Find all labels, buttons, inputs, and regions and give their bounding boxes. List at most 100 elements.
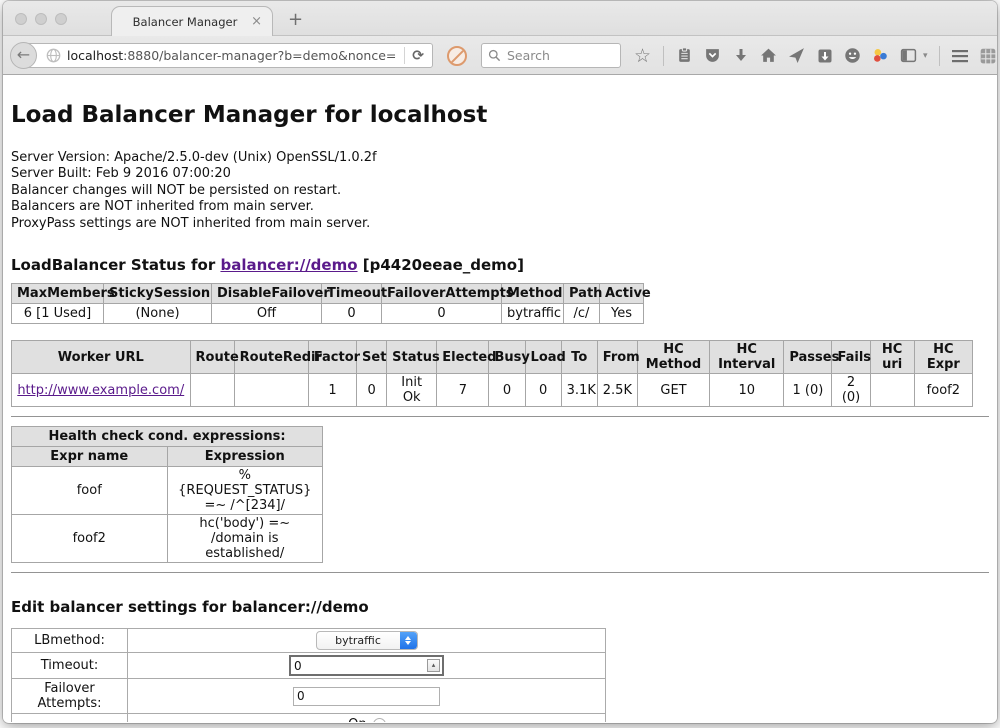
col-passes: Passes: [784, 341, 832, 374]
select-stepper-icon: [400, 632, 417, 649]
table-row: foof %{REQUEST_STATUS} =~ /^[234]/: [12, 467, 323, 515]
inherit-notice-line: Balancers are NOT inherited from main se…: [11, 199, 989, 215]
loadbalancer-status-heading: LoadBalancer Status for balancer://demo …: [11, 256, 989, 274]
url-bar[interactable]: localhost:8880/balancer-manager?b=demo&n…: [25, 43, 433, 68]
page-title: Load Balancer Manager for localhost: [11, 102, 989, 128]
col-from: From: [597, 341, 637, 374]
worker-status-table: Worker URL Route RouteRedir Factor Set S…: [11, 340, 973, 407]
sidebar-toggle-icon[interactable]: [899, 46, 918, 65]
url-text[interactable]: localhost:8880/balancer-manager?b=demo&n…: [67, 48, 397, 63]
lbmethod-selected-value: bytraffic: [317, 632, 400, 649]
col-load: Load: [525, 341, 561, 374]
server-info: Server Version: Apache/2.5.0-dev (Unix) …: [11, 150, 989, 232]
send-tab-icon[interactable]: [787, 46, 806, 65]
disable-failover-on-radio[interactable]: [373, 718, 386, 722]
col-disablefailover: DisableFailover: [212, 284, 322, 304]
col-timeout: Timeout: [322, 284, 382, 304]
table-row: 6 [1 Used] (None) Off 0 0 bytraffic /c/ …: [12, 304, 644, 324]
persist-notice-line: Balancer changes will NOT be persisted o…: [11, 183, 989, 199]
zoom-window-button[interactable]: [55, 13, 67, 25]
search-bar[interactable]: Search: [481, 43, 621, 68]
col-elected: Elected: [437, 341, 489, 374]
navigation-toolbar: ← localhost:8880/balancer-manager?b=demo…: [3, 36, 997, 75]
close-window-button[interactable]: [15, 13, 27, 25]
col-busy: Busy: [489, 341, 525, 374]
table-header-row: Worker URL Route RouteRedir Factor Set S…: [12, 341, 973, 374]
col-fails: Fails: [832, 341, 870, 374]
status-heading-suffix: [p4420eeae_demo]: [358, 256, 524, 274]
timeout-label: Timeout:: [12, 653, 128, 679]
cell-hc-interval: 10: [710, 374, 784, 407]
form-row-disable-failover: Disable Failover: On Off: [12, 714, 606, 722]
col-to: To: [561, 341, 597, 374]
save-page-icon[interactable]: [815, 46, 834, 65]
reading-list-icon[interactable]: [675, 46, 694, 65]
page-content: Load Balancer Manager for localhost Serv…: [3, 75, 997, 722]
timeout-input[interactable]: [289, 655, 444, 676]
section-divider: [11, 416, 989, 418]
cell-load: 0: [525, 374, 561, 407]
col-expr-name: Expr name: [12, 447, 168, 467]
col-worker-url: Worker URL: [12, 341, 191, 374]
cell-factor: 1: [308, 374, 356, 407]
menu-hamburger-icon[interactable]: [951, 46, 970, 65]
browser-window: Balancer Manager × + ← localhost:8880/ba…: [3, 1, 997, 723]
cell-expression: hc('body') =~ /domain is established/: [167, 515, 323, 563]
section-divider: [11, 572, 989, 574]
url-path: :8880/balancer-manager?b=demo&nonce=decc…: [123, 48, 397, 63]
pocket-icon[interactable]: [703, 46, 722, 65]
content-blocked-icon[interactable]: [447, 46, 467, 66]
cell-disablefailover: Off: [212, 304, 322, 324]
search-input[interactable]: Search: [507, 48, 550, 63]
cell-fails: 2 (0): [832, 374, 870, 407]
cell-route: [190, 374, 234, 407]
reload-icon[interactable]: ⟳: [412, 48, 424, 64]
window-controls[interactable]: [15, 13, 67, 25]
home-icon[interactable]: [759, 46, 778, 65]
lbmethod-select[interactable]: bytraffic: [316, 631, 418, 650]
disable-failover-label: Disable Failover:: [12, 714, 128, 722]
col-set: Set: [357, 341, 387, 374]
site-identity-globe-icon[interactable]: [46, 48, 61, 63]
url-host: localhost: [67, 48, 123, 63]
minimize-window-button[interactable]: [35, 13, 47, 25]
cell-from: 2.5K: [597, 374, 637, 407]
balancer-demo-link[interactable]: balancer://demo: [220, 256, 357, 274]
colored-dots-extension-icon[interactable]: [871, 46, 890, 65]
col-hc-expr: HC Expr: [914, 341, 972, 374]
worker-url-link[interactable]: http://www.example.com/: [17, 383, 184, 398]
cell-status: Init Ok: [387, 374, 437, 407]
search-icon: [488, 49, 501, 62]
cell-hc-method: GET: [637, 374, 709, 407]
col-hc-uri: HC uri: [870, 341, 914, 374]
number-spinner-icon[interactable]: ▴: [427, 659, 440, 672]
col-active: Active: [600, 284, 644, 304]
back-button[interactable]: ←: [10, 42, 37, 69]
downloads-icon[interactable]: [731, 46, 750, 65]
col-failoverattempts: FailoverAttempts: [382, 284, 502, 304]
col-route: Route: [190, 341, 234, 374]
proxypass-notice-line: ProxyPass settings are NOT inherited fro…: [11, 216, 989, 232]
cell-timeout: 0: [322, 304, 382, 324]
bookmark-star-icon[interactable]: ☆: [633, 46, 652, 65]
tile-grid-extension-icon[interactable]: [979, 46, 997, 65]
col-status: Status: [387, 341, 437, 374]
cell-hc-uri: [870, 374, 914, 407]
new-tab-button[interactable]: +: [288, 9, 303, 30]
cell-stickysession: (None): [104, 304, 212, 324]
form-row-lbmethod: LBmethod: bytraffic: [12, 629, 606, 653]
form-row-timeout: Timeout: ▴: [12, 653, 606, 679]
col-expression: Expression: [167, 447, 323, 467]
cell-hc-expr: foof2: [914, 374, 972, 407]
status-heading-prefix: LoadBalancer Status for: [11, 256, 220, 274]
feedback-smiley-icon[interactable]: [843, 46, 862, 65]
col-method: Method: [502, 284, 564, 304]
failover-attempts-input[interactable]: [293, 687, 440, 706]
sidebar-caret-icon[interactable]: ▾: [923, 51, 928, 61]
col-routeredir: RouteRedir: [234, 341, 308, 374]
balancer-status-table: MaxMembers StickySession DisableFailover…: [11, 283, 644, 324]
edit-balancer-form: LBmethod: bytraffic Timeout: ▴: [11, 628, 606, 722]
health-table-title: Health check cond. expressions:: [12, 427, 323, 447]
browser-tab[interactable]: Balancer Manager ×: [111, 6, 273, 37]
tab-close-icon[interactable]: ×: [251, 14, 262, 29]
